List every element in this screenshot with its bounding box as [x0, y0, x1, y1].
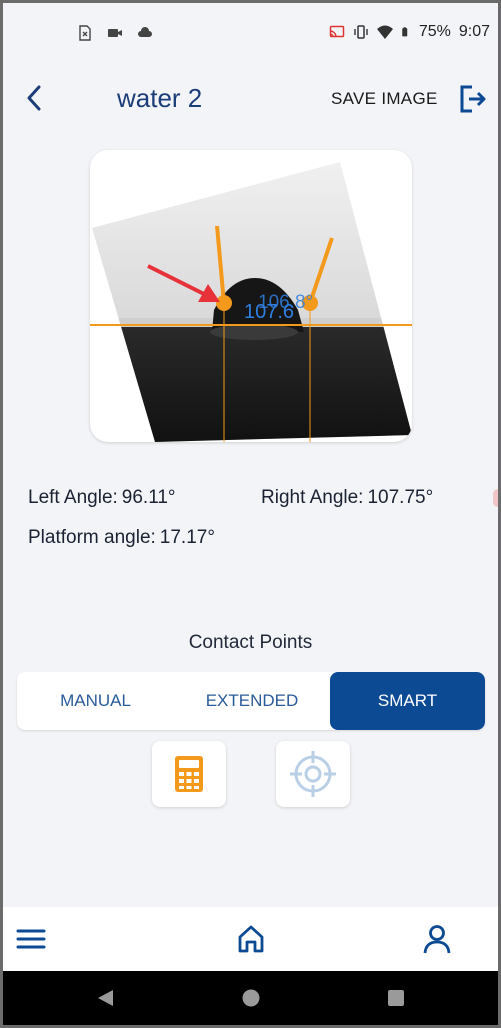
left-contact-point[interactable]: [216, 295, 232, 311]
mode-smart-button[interactable]: SMART: [330, 672, 485, 730]
left-angle-readout: Left Angle: 96.11°: [28, 487, 176, 509]
left-angle-value: 96.11°: [121, 487, 176, 508]
left-angle-label: Left Angle:: [28, 487, 118, 508]
cast-icon: [329, 25, 345, 38]
system-navigation-bar: [3, 971, 498, 1025]
platform-surface: [92, 326, 412, 442]
right-angle-label: Right Angle:: [261, 487, 364, 508]
right-angle-value: 107.75°: [367, 487, 434, 508]
mode-manual-button[interactable]: MANUAL: [17, 672, 174, 730]
wifi-icon: [376, 25, 393, 39]
menu-icon[interactable]: [15, 923, 47, 955]
drop-image: 106.8° 107.6: [90, 162, 412, 442]
sim-card-icon: [79, 25, 91, 41]
system-home-icon[interactable]: [241, 988, 261, 1008]
system-recents-icon[interactable]: [386, 988, 406, 1008]
right-angle-readout: Right Angle: 107.75°: [261, 487, 433, 509]
platform-angle-readout: Platform angle: 17.17°: [28, 527, 215, 549]
home-icon[interactable]: [235, 923, 267, 955]
platform-angle-value: 17.17°: [159, 527, 215, 548]
profile-icon[interactable]: [421, 923, 453, 955]
battery-icon: [402, 27, 408, 37]
contact-points-selector: MANUAL EXTENDED SMART: [17, 672, 485, 730]
exit-icon[interactable]: [458, 83, 488, 115]
mode-extended-button[interactable]: EXTENDED: [174, 672, 330, 730]
calculator-button[interactable]: [152, 741, 226, 807]
crosshair-icon: [290, 751, 336, 797]
calculator-icon: [175, 756, 203, 792]
drop-image-card[interactable]: 106.8° 107.6: [90, 150, 412, 442]
contact-points-label: Contact Points: [188, 632, 313, 653]
video-camera-icon: [108, 29, 122, 37]
overlay-angle-front: 107.6: [244, 301, 294, 323]
cloud-icon: [138, 27, 152, 37]
scroll-indicator: [493, 489, 498, 507]
platform-angle-label: Platform angle:: [28, 527, 156, 548]
app-screen: 75% 9:07 water 2 SAVE IMAGE 106.8° 107.6…: [3, 3, 498, 1025]
status-left: [77, 25, 153, 41]
save-image-button[interactable]: SAVE IMAGE: [331, 89, 438, 109]
status-bar: 75% 9:07: [3, 3, 498, 65]
droplet-reflection: [210, 324, 298, 340]
bottom-navigation: [3, 907, 498, 971]
status-time: 9:07: [458, 23, 490, 40]
crosshair-button[interactable]: [276, 741, 350, 807]
status-right: 75% 9:07: [329, 23, 490, 41]
system-back-icon[interactable]: [95, 988, 115, 1008]
back-arrow-icon[interactable]: [19, 81, 49, 115]
page-title: water 2: [117, 83, 203, 113]
app-header: water 2 SAVE IMAGE: [3, 65, 498, 135]
vibrate-icon: [354, 25, 368, 39]
battery-percent: 75%: [418, 23, 451, 40]
